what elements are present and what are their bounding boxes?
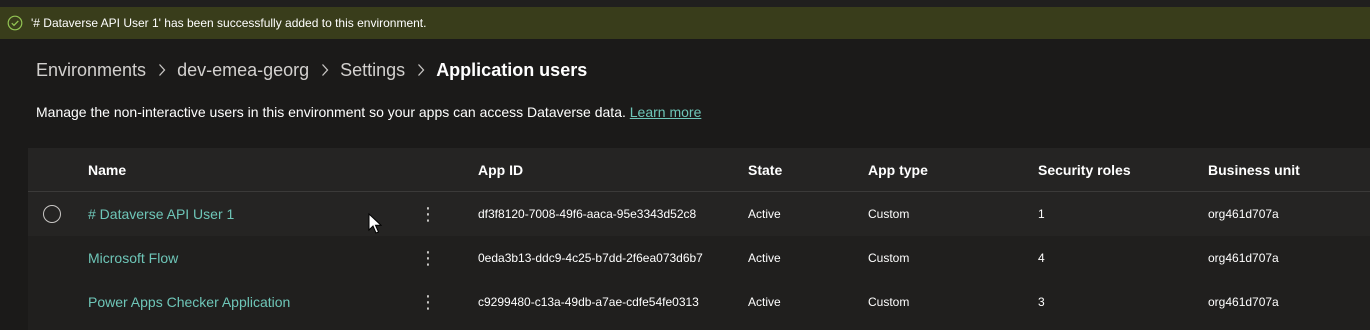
success-banner: '# Dataverse API User 1' has been succes…: [0, 7, 1370, 39]
table-row[interactable]: Power Apps Checker Application ⋮ c929948…: [28, 280, 1370, 324]
description-text: Manage the non-interactive users in this…: [36, 104, 626, 120]
user-name-link[interactable]: Microsoft Flow: [88, 236, 178, 280]
security-roles-cell: 1: [1038, 207, 1045, 221]
page-title: Application users: [436, 59, 588, 80]
learn-more-link[interactable]: Learn more: [630, 104, 702, 120]
more-options-icon[interactable]: ⋮: [419, 236, 437, 280]
business-unit-cell: org461d707a: [1208, 207, 1279, 221]
breadcrumb-environments[interactable]: Environments: [36, 60, 146, 81]
banner-message: '# Dataverse API User 1' has been succes…: [31, 16, 427, 30]
chevron-right-icon: [321, 63, 329, 77]
success-check-icon: [7, 15, 23, 31]
chevron-right-icon: [417, 63, 425, 77]
business-unit-cell: org461d707a: [1208, 295, 1279, 309]
breadcrumb: Environments dev-emea-georg Settings App…: [36, 58, 587, 82]
column-header-app-type[interactable]: App type: [868, 148, 928, 191]
user-name-link[interactable]: Power Apps Checker Application: [88, 280, 290, 324]
table-row[interactable]: Microsoft Flow ⋮ 0eda3b13-ddc9-4c25-b7dd…: [28, 236, 1370, 280]
column-header-business-unit[interactable]: Business unit: [1208, 148, 1300, 191]
more-options-icon[interactable]: ⋮: [419, 280, 437, 324]
breadcrumb-settings[interactable]: Settings: [340, 60, 405, 81]
security-roles-cell: 3: [1038, 295, 1045, 309]
column-header-security-roles[interactable]: Security roles: [1038, 148, 1131, 191]
app-type-cell: Custom: [868, 207, 910, 221]
security-roles-cell: 4: [1038, 251, 1045, 265]
business-unit-cell: org461d707a: [1208, 251, 1279, 265]
app-id-cell: df3f8120-7008-49f6-aaca-95e3343d52c8: [478, 207, 697, 221]
mouse-pointer-icon: [368, 213, 382, 234]
application-users-table: Name App ID State App type Security role…: [28, 148, 1370, 330]
app-id-cell: c9299480-c13a-49db-a7ae-cdfe54fe0313: [478, 295, 699, 309]
state-cell: Active: [748, 207, 781, 221]
breadcrumb-environment-name[interactable]: dev-emea-georg: [177, 60, 309, 81]
app-id-cell: 0eda3b13-ddc9-4c25-b7dd-2f6ea073d6b7: [478, 251, 703, 265]
chevron-right-icon: [158, 63, 166, 77]
app-type-cell: Custom: [868, 295, 910, 309]
column-header-state[interactable]: State: [748, 148, 782, 191]
column-header-app-id[interactable]: App ID: [478, 148, 523, 191]
user-name-link[interactable]: # Dataverse API User 1: [88, 192, 234, 236]
more-options-icon[interactable]: ⋮: [419, 192, 437, 236]
state-cell: Active: [748, 295, 781, 309]
top-strip: [0, 0, 1370, 7]
row-select-radio[interactable]: [43, 205, 61, 223]
app-type-cell: Custom: [868, 251, 910, 265]
column-header-name[interactable]: Name: [88, 148, 126, 191]
table-header: Name App ID State App type Security role…: [28, 148, 1370, 192]
table-row[interactable]: # Dataverse API User 1 ⋮ df3f8120-7008-4…: [28, 192, 1370, 236]
state-cell: Active: [748, 251, 781, 265]
page-description: Manage the non-interactive users in this…: [36, 104, 701, 122]
